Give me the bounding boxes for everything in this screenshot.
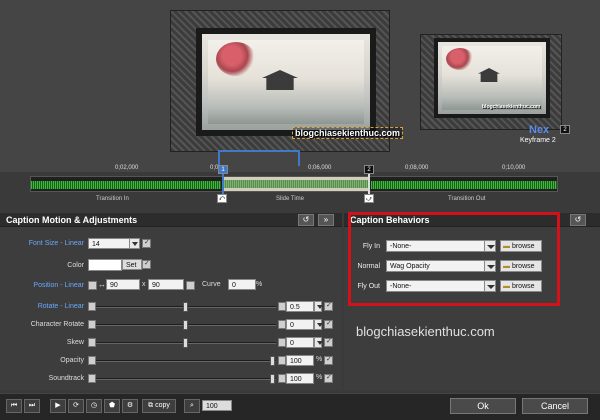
- transition-in-label: Transition In: [96, 196, 129, 202]
- slider-knob[interactable]: [183, 338, 188, 348]
- reset-icon[interactable]: ↺: [298, 214, 314, 226]
- zoom-icon[interactable]: ⌕: [184, 399, 200, 413]
- font-size-label: Font Size - Linear: [28, 240, 84, 247]
- slider-label: Soundtrack: [48, 375, 84, 382]
- slider-value-field[interactable]: 0: [286, 337, 314, 348]
- color-keyframe-check[interactable]: [142, 259, 151, 269]
- ok-button[interactable]: Ok: [450, 398, 516, 414]
- skip-forward-icon[interactable]: ⏭: [24, 399, 40, 413]
- play-icon[interactable]: ▶: [50, 399, 66, 413]
- font-size-dropdown[interactable]: [129, 238, 140, 249]
- slider-value-spinner[interactable]: [314, 319, 323, 330]
- motion-panel-header: Caption Motion & Adjustments: [0, 213, 342, 227]
- transition-in-handle[interactable]: ⤺: [217, 194, 227, 203]
- slider-knob[interactable]: [270, 356, 275, 366]
- slider-decrement-button[interactable]: [88, 374, 96, 383]
- next-caption-overlay: blogchiasekienthuc.com: [482, 104, 541, 110]
- timeline-end-badge[interactable]: 2: [364, 165, 374, 174]
- position-label: Position - Linear: [33, 282, 84, 289]
- slider-keyframe-check[interactable]: [324, 373, 333, 383]
- slider-label: Character Rotate: [30, 321, 84, 328]
- loop-icon[interactable]: ⟳: [68, 399, 84, 413]
- slider-label: Skew: [66, 339, 84, 346]
- slider-knob[interactable]: [270, 374, 275, 384]
- motion-panel-title: Caption Motion & Adjustments: [6, 215, 138, 225]
- slider-value-spinner[interactable]: [314, 301, 323, 312]
- copy-icon: ⧉: [148, 402, 154, 409]
- slider-keyframe-check[interactable]: [324, 337, 333, 347]
- position-y-field[interactable]: 90: [148, 279, 184, 290]
- slider-knob[interactable]: [183, 320, 188, 330]
- slider-label: Rotate - Linear: [37, 303, 84, 310]
- color-set-button[interactable]: Set: [122, 259, 142, 270]
- curve-field[interactable]: 0: [228, 279, 256, 290]
- next-label: Nex: [529, 124, 550, 136]
- slider-decrement-button[interactable]: [88, 338, 96, 347]
- color-swatch[interactable]: [88, 259, 122, 271]
- slider-unit: %: [316, 374, 323, 381]
- caption-overlay[interactable]: blogchiasekienthuc.com: [292, 127, 404, 139]
- reset-behaviors-icon[interactable]: ↺: [570, 214, 586, 226]
- slider-keyframe-check[interactable]: [324, 319, 333, 329]
- curve-label: Curve: [202, 281, 221, 288]
- slider-increment-button[interactable]: [278, 374, 286, 383]
- slider-track[interactable]: [96, 360, 276, 362]
- clock-icon[interactable]: ◷: [86, 399, 102, 413]
- slider-label: Opacity: [60, 357, 84, 364]
- curve-unit: %: [256, 281, 263, 288]
- position-x-field[interactable]: 90: [106, 279, 140, 290]
- slider-value-field[interactable]: 100: [286, 355, 314, 366]
- move-icon: ↔: [98, 280, 106, 289]
- watermark-text: blogchiasekienthuc.com: [356, 324, 495, 339]
- slider-decrement-button[interactable]: [88, 356, 96, 365]
- keyframe-label: Keyframe 2: [520, 137, 556, 144]
- slide-time-band[interactable]: [222, 177, 370, 191]
- timeline-start-marker[interactable]: [222, 172, 224, 194]
- slider-track[interactable]: [96, 378, 276, 380]
- slide-time-label: Slide Time: [276, 196, 305, 202]
- slider-value-field[interactable]: 100: [286, 373, 314, 384]
- position-lock-check[interactable]: [88, 281, 97, 290]
- position-keyframe-check[interactable]: [186, 281, 195, 290]
- copy-label: copy: [155, 402, 170, 409]
- zoom-field[interactable]: 100: [202, 400, 232, 411]
- skip-back-icon[interactable]: ⏮: [6, 399, 22, 413]
- timeline-tick: 0;02,000: [115, 165, 139, 171]
- gear-icon[interactable]: ⚙: [122, 399, 138, 413]
- slider-value-field[interactable]: 0.5: [286, 301, 314, 312]
- transition-out-handle[interactable]: ⤻: [364, 194, 374, 203]
- slider-keyframe-check[interactable]: [324, 301, 333, 311]
- cancel-button[interactable]: Cancel: [522, 398, 588, 414]
- forward-icon[interactable]: »: [318, 214, 334, 226]
- slider-decrement-button[interactable]: [88, 302, 96, 311]
- marker-icon[interactable]: ⬟: [104, 399, 120, 413]
- slider-unit: %: [316, 356, 323, 363]
- slider-value-field[interactable]: 0: [286, 319, 314, 330]
- slider-increment-button[interactable]: [278, 356, 286, 365]
- timeline-tick: 0;08,000: [405, 165, 429, 171]
- slider-increment-button[interactable]: [278, 302, 286, 311]
- slider-knob[interactable]: [183, 302, 188, 312]
- timeline-tick: 0;10,000: [502, 165, 526, 171]
- next-keyframe-badge: 2: [560, 125, 570, 134]
- slider-increment-button[interactable]: [278, 320, 286, 329]
- copy-button[interactable]: ⧉ copy: [142, 399, 176, 413]
- keyframe-connector: [218, 150, 300, 166]
- highlight-box: [348, 212, 560, 306]
- timeline-end-marker[interactable]: [368, 172, 370, 194]
- color-label: Color: [67, 262, 84, 269]
- transition-out-label: Transition Out: [448, 196, 486, 202]
- timeline-tick: 0;06,000: [308, 165, 332, 171]
- slider-value-spinner[interactable]: [314, 337, 323, 348]
- main-preview-image: [196, 28, 376, 136]
- timeline-start-badge[interactable]: 1: [218, 165, 228, 174]
- font-size-keyframe-check[interactable]: [142, 238, 151, 248]
- slider-keyframe-check[interactable]: [324, 355, 333, 365]
- position-separator: x: [142, 281, 146, 288]
- slider-increment-button[interactable]: [278, 338, 286, 347]
- slider-decrement-button[interactable]: [88, 320, 96, 329]
